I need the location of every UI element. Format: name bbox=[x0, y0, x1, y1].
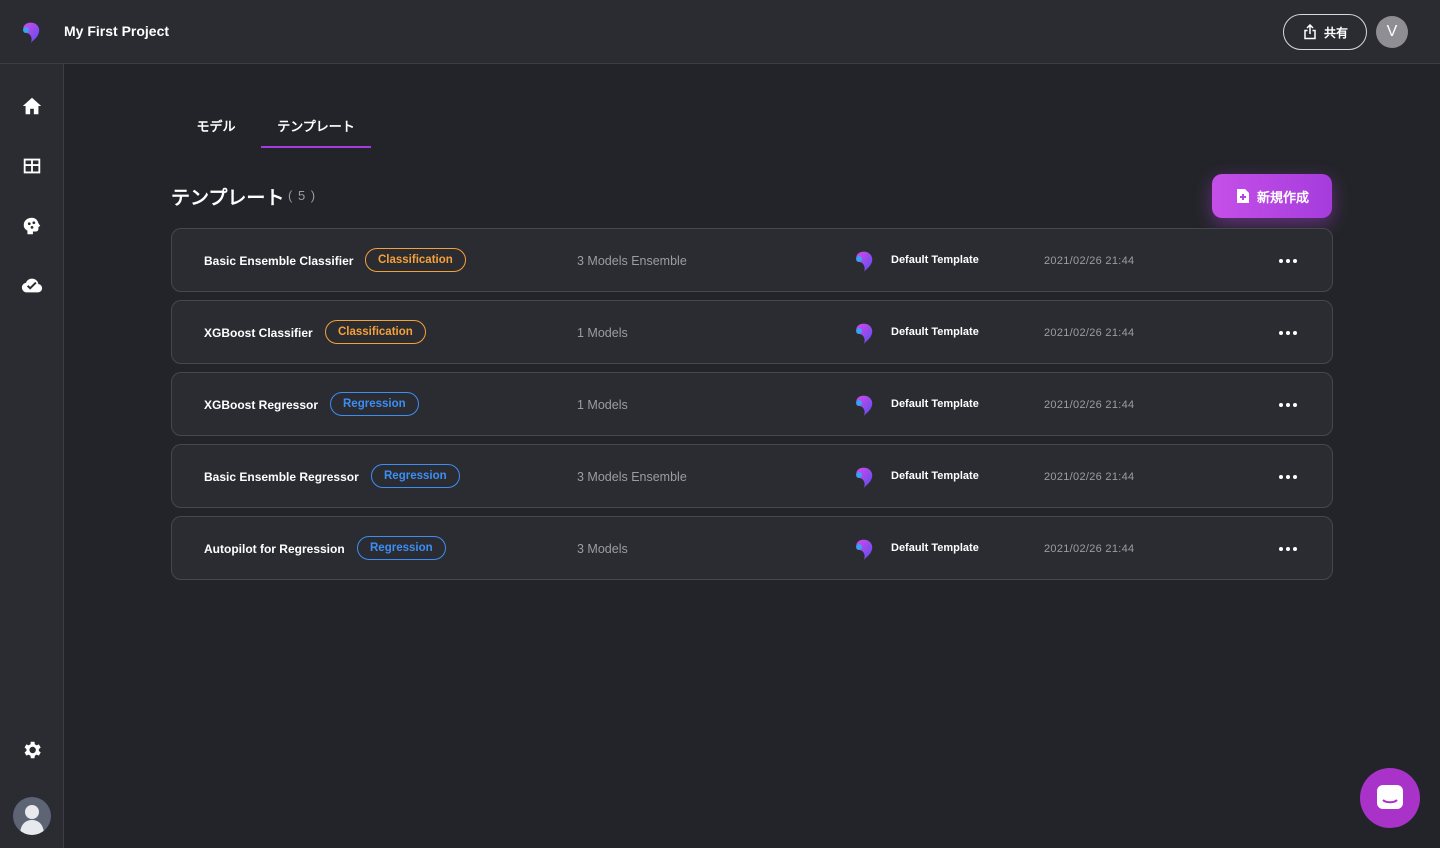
chat-button[interactable] bbox=[1360, 768, 1420, 828]
new-document-icon bbox=[1236, 189, 1249, 203]
more-options-icon[interactable] bbox=[1272, 251, 1304, 271]
template-date: 2021/02/26 21:44 bbox=[1044, 327, 1135, 339]
template-row[interactable]: Basic Ensemble Classifier Classification 3… bbox=[171, 228, 1333, 292]
tab-model[interactable]: モデル bbox=[196, 116, 236, 148]
task-type-badge: Regression bbox=[357, 536, 446, 560]
model-count: 3 Models bbox=[577, 542, 628, 556]
template-date: 2021/02/26 21:44 bbox=[1044, 471, 1135, 483]
sidebar-item-home[interactable] bbox=[20, 94, 44, 118]
top-bar: My First Project 共有 V bbox=[0, 0, 1440, 64]
template-name: Basic Ensemble Regressor bbox=[204, 470, 359, 484]
template-source: Default Template bbox=[891, 326, 979, 338]
new-button-label: 新規作成 bbox=[1256, 189, 1309, 205]
cloud-check-icon bbox=[21, 278, 43, 293]
user-avatar-icon bbox=[20, 805, 44, 835]
share-label: 共有 bbox=[1323, 25, 1348, 40]
template-source: Default Template bbox=[891, 398, 979, 410]
template-row[interactable]: XGBoost Classifier Classification 1 Models… bbox=[171, 300, 1333, 364]
template-name: Autopilot for Regression bbox=[204, 542, 345, 556]
more-options-icon[interactable] bbox=[1272, 467, 1304, 487]
task-type-badge: Classification bbox=[325, 320, 426, 344]
template-source: Default Template bbox=[891, 470, 979, 482]
task-type-badge: Regression bbox=[371, 464, 460, 488]
sidebar-item-deploy[interactable] bbox=[20, 274, 44, 298]
template-logo-icon bbox=[856, 251, 873, 272]
tab-template[interactable]: テンプレート bbox=[261, 116, 371, 148]
project-title: My First Project bbox=[64, 23, 170, 39]
model-count: 1 Models bbox=[577, 326, 628, 340]
template-count: ( 5 ) bbox=[288, 188, 317, 203]
more-options-icon[interactable] bbox=[1272, 323, 1304, 343]
section-title: テンプレート bbox=[171, 188, 285, 209]
template-name: XGBoost Regressor bbox=[204, 398, 319, 412]
brain-icon bbox=[23, 217, 41, 235]
share-button[interactable]: 共有 bbox=[1283, 14, 1367, 50]
more-options-icon[interactable] bbox=[1272, 539, 1304, 559]
app-logo-icon[interactable] bbox=[20, 20, 44, 44]
template-date: 2021/02/26 21:44 bbox=[1044, 255, 1135, 267]
template-date: 2021/02/26 21:44 bbox=[1044, 543, 1135, 555]
template-source: Default Template bbox=[891, 542, 979, 554]
more-options-icon[interactable] bbox=[1272, 395, 1304, 415]
model-count: 1 Models bbox=[577, 398, 628, 412]
template-logo-icon bbox=[856, 467, 873, 488]
task-type-badge: Regression bbox=[330, 392, 419, 416]
template-name: Basic Ensemble Classifier bbox=[204, 254, 354, 268]
template-logo-icon bbox=[856, 395, 873, 416]
template-row[interactable]: Autopilot for Regression Regression 3 Mode… bbox=[171, 516, 1333, 580]
user-initial: V bbox=[1386, 23, 1398, 40]
template-name: XGBoost Classifier bbox=[204, 326, 313, 340]
gear-icon bbox=[24, 741, 41, 759]
template-logo-icon bbox=[856, 323, 873, 344]
model-count: 3 Models Ensemble bbox=[577, 470, 687, 484]
template-row[interactable]: XGBoost Regressor Regression 1 Models Defau… bbox=[171, 372, 1333, 436]
user-avatar[interactable]: V bbox=[1376, 16, 1408, 48]
settings-button[interactable] bbox=[20, 738, 44, 762]
template-logo-icon bbox=[856, 539, 873, 560]
sidebar-item-table[interactable] bbox=[20, 154, 44, 178]
template-row[interactable]: Basic Ensemble Regressor Regression 3 Mode… bbox=[171, 444, 1333, 508]
home-icon bbox=[22, 97, 42, 115]
template-source: Default Template bbox=[891, 254, 979, 266]
user-avatar-sidebar[interactable] bbox=[13, 797, 51, 835]
new-template-button[interactable]: 新規作成 bbox=[1212, 174, 1332, 218]
share-icon bbox=[1304, 24, 1316, 40]
sidebar-item-model[interactable] bbox=[20, 214, 44, 238]
model-count: 3 Models Ensemble bbox=[577, 254, 687, 268]
table-icon bbox=[23, 158, 41, 174]
chat-icon bbox=[1377, 785, 1403, 809]
template-date: 2021/02/26 21:44 bbox=[1044, 399, 1135, 411]
task-type-badge: Classification bbox=[365, 248, 466, 272]
sidebar bbox=[0, 64, 64, 848]
